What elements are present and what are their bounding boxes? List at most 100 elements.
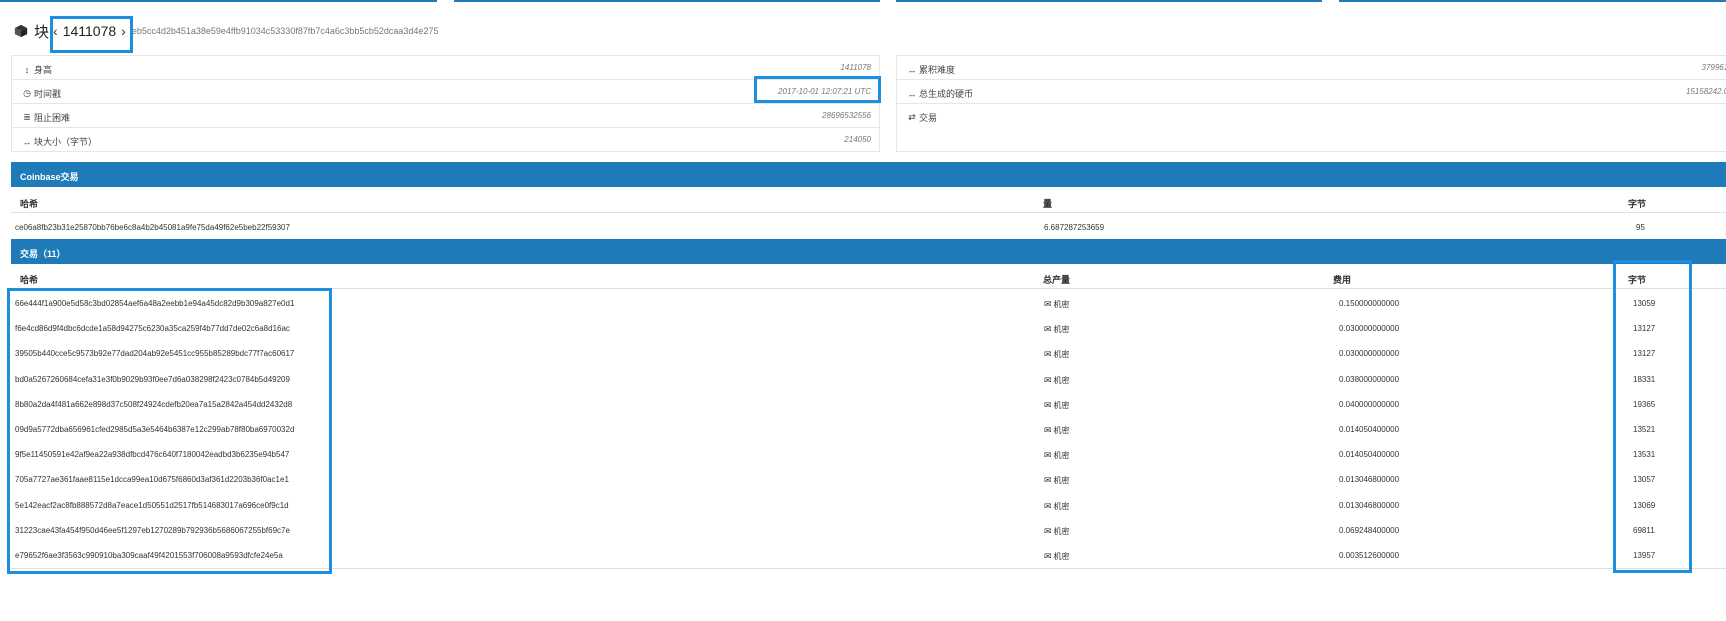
info-label: 块大小（字节） xyxy=(34,137,98,147)
tx-output-value: 机密 xyxy=(1053,375,1070,385)
highlight-box-timestamp xyxy=(754,76,881,103)
tx-fee: 0.013046800000 xyxy=(1339,500,1400,510)
column-header-bytes: 字节 xyxy=(1628,199,1647,209)
info-value: 15158242.02314 xyxy=(1685,87,1726,96)
coinbase-table-header: 哈希 量 字节 xyxy=(11,188,1726,213)
tx-fee: 0.038000000000 xyxy=(1339,374,1400,384)
tx-total-output: ✉ 机密 xyxy=(1044,551,1070,562)
transactions-section-header: 交易（11） xyxy=(11,239,1726,264)
tx-total-output: ✉ 机密 xyxy=(1044,299,1070,310)
tx-fee: 0.069248400000 xyxy=(1339,525,1400,535)
highlight-box-height xyxy=(50,16,133,53)
envelope-icon: ✉ xyxy=(1044,500,1052,511)
tx-output-value: 机密 xyxy=(1053,426,1070,435)
envelope-icon: ✉ xyxy=(1044,374,1052,385)
arrows-horizontal-icon: ↔ xyxy=(907,64,917,75)
tx-output-value: 机密 xyxy=(1053,300,1070,309)
tx-output-value: 机密 xyxy=(1053,526,1070,536)
info-value: 1411078 xyxy=(840,63,871,72)
top-strip-segment xyxy=(0,0,437,2)
height-icon: ↕ xyxy=(24,64,30,75)
info-label: 身高 xyxy=(34,65,53,75)
tx-total-output: ✉ 机密 xyxy=(1044,475,1070,486)
envelope-icon: ✉ xyxy=(1044,450,1052,461)
tx-fee: 0.040000000000 xyxy=(1339,399,1400,409)
tx-fee: 0.014050400000 xyxy=(1339,425,1400,434)
info-row-height: ↕ 身高 1411078 xyxy=(12,56,879,80)
info-label: 累积难度 xyxy=(919,65,956,75)
info-row-total-coins: ↔总生成的硬币 15158242.02314 xyxy=(897,80,1726,104)
top-strip-segment xyxy=(896,0,1322,2)
tx-total-output: ✉ 机密 xyxy=(1044,349,1070,360)
tx-output-value: 机密 xyxy=(1053,552,1070,561)
column-header-hash: 哈希 xyxy=(20,275,39,285)
section-title: Coinbase交易 xyxy=(20,172,79,182)
database-icon: ≣ xyxy=(23,112,31,122)
column-header-total-output: 总产量 xyxy=(1043,275,1071,285)
envelope-icon: ✉ xyxy=(1044,525,1052,536)
envelope-icon: ✉ xyxy=(1044,324,1052,335)
coinbase-section-header: Coinbase交易 xyxy=(11,162,1726,187)
tx-output-value: 机密 xyxy=(1053,325,1070,335)
info-row-timestamp: ◷ 时间戳 2017-10-01 12:07:21 UTC xyxy=(12,80,879,104)
info-label: 时间戳 xyxy=(34,89,62,99)
tx-total-output: ✉ 机密 xyxy=(1044,425,1070,436)
block-info-panel-right: ↔累积难度 3799619523 ↔总生成的硬币 15158242.02314 … xyxy=(896,55,1726,152)
info-value: 3799619523 xyxy=(1701,63,1726,72)
tx-total-output: ✉ 机密 xyxy=(1044,324,1070,335)
highlight-box-tx-hashes xyxy=(7,288,332,574)
info-row-size: ↔ 块大小（字节） 214050 xyxy=(12,128,879,152)
block-hash: eb5cc4d2b451a38e59e4ffb91034c53330f87fb7… xyxy=(131,26,439,36)
top-strip-segment xyxy=(454,0,880,2)
info-label: 总生成的硬币 xyxy=(919,89,974,99)
exchange-icon: ⇄ xyxy=(908,112,916,122)
envelope-icon: ✉ xyxy=(1044,475,1052,486)
top-nav-strip xyxy=(0,0,1726,2)
tx-hash-link[interactable]: ce06a8fb23b31e25870bb76be6c8a4b2b45081a9… xyxy=(15,223,290,232)
section-title: 交易（11） xyxy=(20,249,66,259)
tx-bytes: 95 xyxy=(1636,223,1645,232)
info-label: 阻止困难 xyxy=(34,113,71,123)
cube-icon xyxy=(14,24,28,38)
tx-amount: 6.687287253659 xyxy=(1044,223,1105,232)
coinbase-row: ce06a8fb23b31e25870bb76be6c8a4b2b45081a9… xyxy=(11,214,1726,239)
envelope-icon: ✉ xyxy=(1044,399,1052,410)
info-row-difficulty: ≣ 阻止困难 28696532556 xyxy=(12,104,879,128)
envelope-icon: ✉ xyxy=(1044,551,1052,561)
tx-fee: 0.013046800000 xyxy=(1339,475,1400,485)
page-title: 块 xyxy=(34,23,50,41)
tx-total-output: ✉ 机密 xyxy=(1044,526,1070,537)
column-header-fee: 费用 xyxy=(1333,275,1352,285)
tx-output-value: 机密 xyxy=(1053,350,1070,360)
tx-output-value: 机密 xyxy=(1053,451,1070,461)
arrows-horizontal-icon: ↔ xyxy=(22,136,32,147)
tx-fee: 0.003512600000 xyxy=(1339,551,1400,560)
envelope-icon: ✉ xyxy=(1044,425,1052,435)
envelope-icon: ✉ xyxy=(1044,299,1052,309)
tx-total-output: ✉ 机密 xyxy=(1044,450,1070,461)
block-info-panel-left: ↕ 身高 1411078 ◷ 时间戳 2017-10-01 12:07:21 UTC… xyxy=(11,55,880,152)
tx-total-output: ✉ 机密 xyxy=(1044,400,1070,411)
info-label: 交易 xyxy=(919,113,938,123)
column-header-amount: 量 xyxy=(1043,199,1053,209)
envelope-icon: ✉ xyxy=(1044,349,1052,360)
transactions-table-header: 哈希 总产量 费用 字节 xyxy=(11,264,1726,289)
highlight-box-tx-bytes xyxy=(1613,260,1692,573)
tx-fee: 0.030000000000 xyxy=(1339,349,1400,359)
tx-output-value: 机密 xyxy=(1053,400,1070,410)
tx-fee: 0.030000000000 xyxy=(1339,324,1400,334)
column-header-hash: 哈希 xyxy=(20,199,39,209)
info-row-transactions: ⇄ 交易 xyxy=(897,104,1726,128)
info-row-cumulative-difficulty: ↔累积难度 3799619523 xyxy=(897,56,1726,80)
arrows-horizontal-icon: ↔ xyxy=(907,88,917,99)
tx-total-output: ✉ 机密 xyxy=(1044,501,1070,512)
info-value: 28696532556 xyxy=(822,111,871,120)
clock-icon: ◷ xyxy=(23,88,31,98)
tx-fee: 0.150000000000 xyxy=(1339,299,1400,308)
top-strip-segment xyxy=(1339,0,1726,2)
tx-fee: 0.014050400000 xyxy=(1339,450,1400,460)
tx-total-output: ✉ 机密 xyxy=(1044,375,1070,386)
tx-output-value: 机密 xyxy=(1053,476,1070,486)
info-value: 214050 xyxy=(844,135,871,144)
tx-output-value: 机密 xyxy=(1053,501,1070,511)
